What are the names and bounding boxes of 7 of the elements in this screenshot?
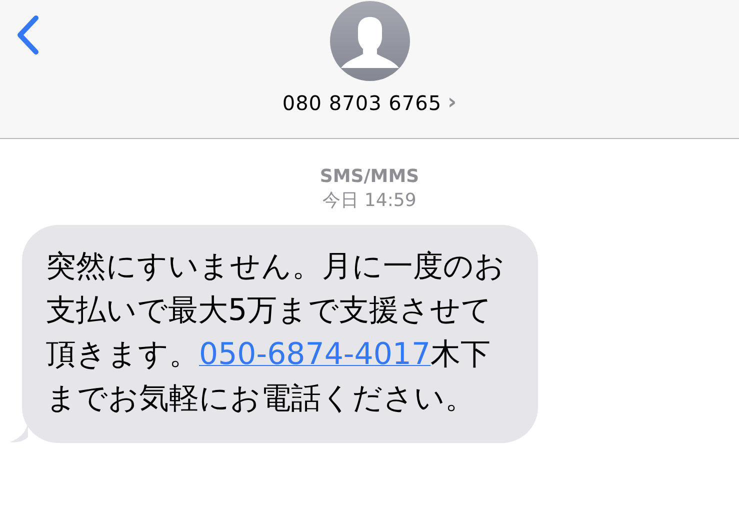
phone-link[interactable]: 050-6874-4017	[199, 337, 431, 372]
timestamp: 今日 14:59	[322, 189, 416, 213]
chevron-icon[interactable]: ›	[448, 90, 457, 115]
service-label: SMS/MMS	[320, 165, 420, 189]
contact-number[interactable]: 080 8703 6765	[282, 90, 442, 114]
message-text: 突然にすいません。月に一度のお支払いで最大5万まで支援させて頂きます。050-6874-4017木下までお気軽にお電話ください。	[46, 248, 506, 418]
avatar-icon[interactable]	[328, 0, 410, 82]
